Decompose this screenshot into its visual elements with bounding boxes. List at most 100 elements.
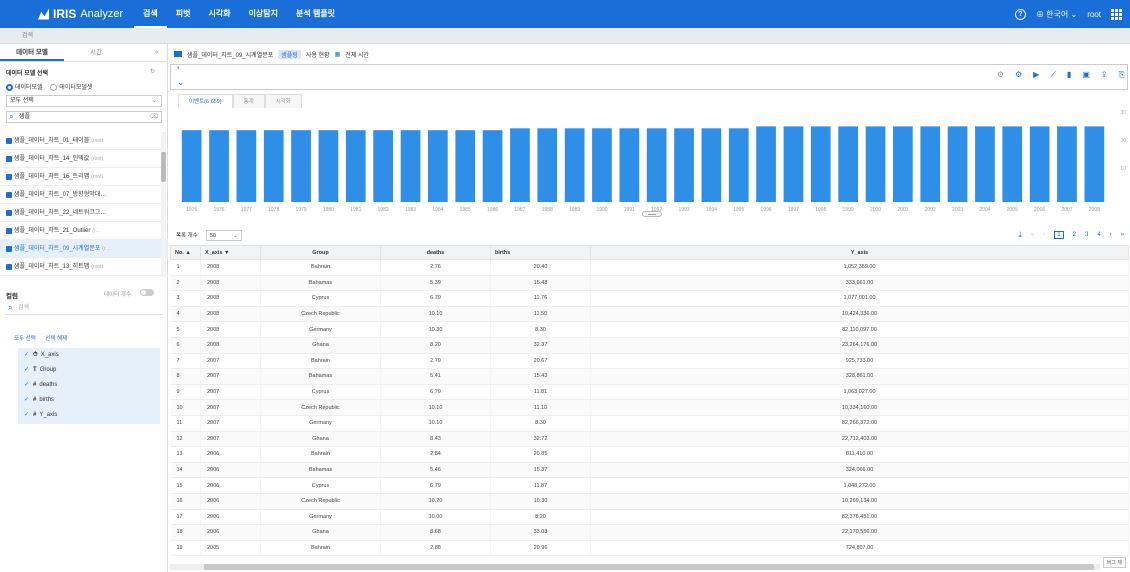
run-icon[interactable]: ▶ — [1033, 70, 1039, 80]
options-gear-icon[interactable]: ⚙ — [1015, 70, 1022, 80]
timeline-bar[interactable] — [783, 126, 804, 202]
radio-datamodel[interactable] — [6, 83, 13, 91]
nav-pivot[interactable]: 피벗 — [167, 0, 200, 28]
timeline-bar[interactable] — [400, 130, 421, 202]
radio-datamodelset[interactable] — [50, 83, 58, 91]
timeline-bar[interactable] — [701, 128, 722, 202]
select-all-link[interactable]: 모두 선택 — [14, 336, 36, 342]
timeline-bar[interactable] — [1029, 126, 1050, 202]
table-row[interactable]: 9 2007 Cyprus 6.79 11.81 1,063,027.00 — [170, 384, 1129, 401]
nav-visualize[interactable]: 시각화 — [199, 0, 239, 28]
timeline-bar[interactable] — [209, 130, 229, 202]
timeline-bar[interactable] — [865, 126, 886, 202]
export-icon[interactable]: ⎘ — [1119, 70, 1125, 80]
table-row[interactable]: 6 2008 Ghana 8.20 32.37 23,264,176.00 — [170, 337, 1129, 354]
deselect-link[interactable]: 선택 해제 — [45, 336, 67, 342]
settings-icon[interactable]: ⚙ — [997, 70, 1004, 80]
table-row[interactable]: 18 2006 Ghana 8.68 33.03 22,170,556.00 — [170, 524, 1129, 541]
model-item[interactable]: 샘플_데이터_차트_14_인덱값 (root) — [0, 150, 168, 168]
model-item[interactable]: 샘플_데이터_차트_16_트리맵 (root) — [0, 168, 168, 186]
timeline-bar[interactable] — [592, 128, 612, 202]
timeline-bar[interactable] — [975, 126, 995, 202]
tab-events[interactable]: 이벤트(6,659) — [178, 94, 233, 108]
timeline-bar[interactable] — [345, 130, 366, 202]
model-list-scrollbar[interactable] — [161, 132, 166, 277]
table-row[interactable]: 16 2006 Czech Republic 10.20 10.30 10,269,134… — [170, 493, 1129, 510]
timeline-drag-handle[interactable] — [642, 211, 662, 217]
tab-time[interactable]: 시간 — [64, 44, 128, 61]
collapse-sidebar-icon[interactable]: « — [155, 44, 167, 61]
time-range-button[interactable]: 전체 시간 — [345, 50, 369, 59]
query-input[interactable]: * ⌄ ⚙ ⚙ ▶ ⟋ ▮ ▣ ⇪ ⎘ — [170, 64, 1128, 90]
table-row[interactable]: 2 2008 Bahamas 5.39 15.48 333,661.00 — [170, 275, 1129, 292]
timeline-bar[interactable] — [318, 130, 339, 202]
col-header-deaths[interactable]: deaths — [380, 245, 491, 260]
tab-visualization[interactable]: 시각화 — [264, 94, 302, 108]
table-row[interactable]: 7 2007 Bahrain 2.79 20.67 925,733.00 — [170, 353, 1129, 370]
table-row[interactable]: 5 2008 Germany 10.30 8.30 82,110,097.00 — [170, 321, 1129, 338]
timeline-bar[interactable] — [428, 130, 448, 202]
timeline-bar[interactable] — [181, 130, 202, 202]
page-4[interactable]: 4 — [1097, 232, 1100, 238]
tab-statistics[interactable]: 통계 — [232, 94, 265, 108]
timeline-bar[interactable] — [510, 128, 530, 202]
table-row[interactable]: 14 2006 Bahamas 5.46 15.37 324,066.00 — [170, 462, 1129, 479]
model-item[interactable]: 샘플_데이터_차트_07_방향형막대… — [0, 186, 168, 204]
save-icon[interactable]: ▣ — [1082, 70, 1090, 80]
first-page-icon[interactable]: « — [1031, 232, 1034, 238]
column-item[interactable]: ✓ # births — [18, 393, 160, 408]
sampling-badge[interactable]: 샘플링 — [278, 49, 301, 59]
user-name[interactable]: root — [1087, 10, 1101, 19]
next-page-icon[interactable]: › — [1110, 232, 1112, 238]
timeline-bar[interactable] — [1084, 126, 1105, 202]
col-header-no[interactable]: No. ▲ — [170, 245, 201, 260]
table-row[interactable]: 3 2008 Cyprus 6.79 11.76 1,077,001.00 — [170, 290, 1129, 307]
col-header-y-axis[interactable]: Y_axis — [590, 245, 1129, 260]
app-logo[interactable]: IRIS Analyzer — [0, 7, 130, 21]
clear-search-icon[interactable]: ⌫ — [150, 112, 158, 123]
timeline-bar[interactable] — [373, 130, 393, 202]
model-item[interactable]: 샘플_데이터_차트_21_Outlier (r… — [0, 222, 168, 240]
chart-icon[interactable]: ⟋ — [1050, 70, 1056, 80]
corner-badge[interactable]: 버그 제 — [1102, 557, 1126, 568]
column-item[interactable]: ✓ # deaths — [18, 378, 160, 393]
model-item[interactable]: 샘플_데이터_차트_13_히트맵 (root) — [0, 258, 168, 276]
timeline-bar[interactable] — [893, 126, 913, 202]
data-count-toggle[interactable] — [140, 289, 154, 296]
table-row[interactable]: 1 2008 Bahrain 2.76 20.40 1,052,359.00 — [170, 259, 1129, 276]
share-icon[interactable]: ⇪ — [1101, 70, 1108, 80]
table-row[interactable]: 12 2007 Ghana 8.43 32.72 22,712,403.00 — [170, 431, 1129, 448]
model-search-input[interactable]: ⌕ 샘플 ⌫ — [6, 111, 162, 123]
page-3[interactable]: 3 — [1085, 232, 1088, 238]
model-item-selected[interactable]: 샘플_데이터_차트_09_시계열분포 (r… — [0, 240, 168, 258]
nav-templates[interactable]: 분석 템플릿 — [287, 0, 344, 28]
prev-page-icon[interactable]: ‹ — [1043, 232, 1045, 238]
refresh-icon[interactable]: ↻ — [150, 68, 155, 75]
column-item[interactable]: ✓ # Y_axis — [18, 408, 160, 423]
timeline-bar[interactable] — [564, 128, 585, 202]
col-header-group[interactable]: Group — [260, 245, 381, 260]
table-row[interactable]: 17 2006 Germany 10.00 8.20 82,376,451.00 — [170, 509, 1129, 526]
table-row[interactable]: 15 2006 Cyprus 6.79 11.87 1,048,272.00 — [170, 477, 1129, 494]
page-size-select[interactable]: 50 ⌄ — [205, 229, 242, 241]
column-item[interactable]: ✓ ⏱ X_axis — [18, 348, 160, 363]
model-item[interactable]: 샘플_데이터_차트_22_네트워크그… — [0, 204, 168, 222]
tab-data-model[interactable]: 데이터 모델 — [0, 44, 64, 61]
table-row[interactable]: 19 2005 Bahrain 2.88 20.96 724,807.00 — [170, 540, 1129, 557]
bookmark-icon[interactable]: ▮ — [1067, 70, 1071, 80]
download-icon[interactable]: ⤓ — [1018, 230, 1022, 240]
column-search-input[interactable]: ⌕ 검색 — [6, 303, 162, 315]
col-header-births[interactable]: births — [490, 245, 591, 260]
usage-link[interactable]: 사용 현황 — [306, 50, 330, 59]
timeline-bar[interactable] — [455, 130, 476, 202]
page-1[interactable]: 1 — [1054, 231, 1064, 239]
nav-anomaly[interactable]: 이상탐지 — [240, 0, 287, 28]
expand-query-icon[interactable]: ⌄ — [177, 77, 185, 88]
nav-search[interactable]: 검색 — [134, 0, 167, 28]
table-row[interactable]: 4 2008 Czech Republic 10.10 11.50 10,424,336.… — [170, 306, 1129, 323]
timeline-bar[interactable] — [263, 130, 284, 202]
timeline-bar[interactable] — [728, 128, 749, 202]
timeline-bar[interactable] — [1057, 126, 1077, 202]
timeline-bar[interactable] — [756, 126, 776, 202]
timeline-bar[interactable] — [482, 130, 503, 202]
